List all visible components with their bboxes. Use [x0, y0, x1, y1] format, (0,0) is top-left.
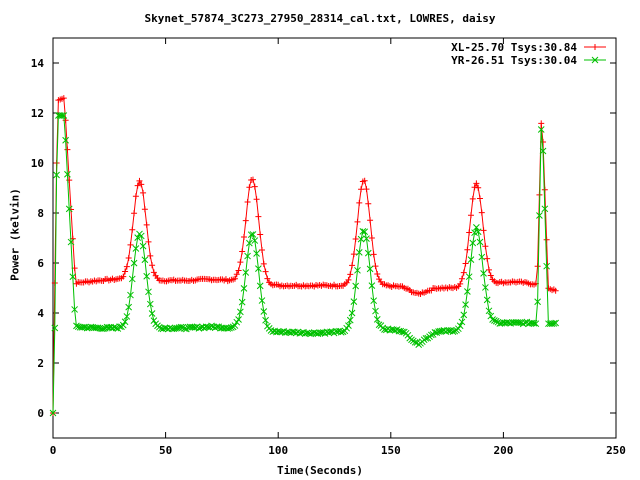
data-point	[251, 183, 258, 190]
x-tick-label: 150	[381, 444, 401, 457]
y-tick-label: 14	[31, 57, 45, 70]
data-point	[255, 213, 262, 220]
data-point	[345, 322, 352, 329]
x-tick-label: 0	[50, 444, 57, 457]
data-point	[356, 199, 363, 206]
data-point	[372, 263, 379, 270]
series-xl	[50, 95, 559, 416]
data-point	[534, 263, 541, 270]
data-point	[458, 275, 465, 282]
y-tick-label: 2	[37, 357, 44, 370]
data-point	[469, 195, 476, 202]
data-point	[150, 317, 158, 324]
data-point	[145, 238, 152, 245]
data-point	[352, 235, 359, 242]
data-point	[149, 262, 156, 269]
data-point	[239, 248, 246, 255]
x-tick-label: 100	[268, 444, 288, 457]
data-point	[484, 255, 491, 262]
x-tick-label: 250	[606, 444, 626, 457]
y-tick-label: 8	[37, 207, 44, 220]
data-point	[467, 212, 474, 219]
x-tick-label: 200	[493, 444, 513, 457]
data-point	[480, 227, 487, 234]
y-tick-label: 6	[37, 257, 44, 270]
data-point	[368, 235, 375, 242]
data-point	[141, 206, 148, 213]
data-point	[478, 209, 485, 216]
data-point	[127, 241, 134, 248]
data-point	[125, 255, 132, 262]
data-point	[464, 246, 471, 253]
x-axis-label: Time(Seconds)	[276, 464, 364, 477]
data-point	[262, 268, 269, 275]
data-point	[244, 198, 251, 205]
data-point	[237, 259, 244, 266]
data-point	[242, 217, 249, 224]
data-point	[466, 229, 473, 236]
data-point	[350, 251, 357, 258]
data-point	[258, 247, 265, 254]
y-tick-label: 4	[37, 307, 44, 320]
data-point	[485, 266, 492, 273]
data-point	[64, 146, 71, 153]
data-point	[365, 200, 372, 207]
data-point	[143, 221, 150, 228]
data-point	[253, 196, 260, 203]
data-point	[541, 186, 548, 193]
plot-area: 0 50 100 150 200 250 0 2 4 6 8 10 12 14	[31, 37, 626, 457]
data-point	[235, 316, 242, 323]
y-axis-label: Power (kelvin)	[8, 188, 22, 281]
data-point	[358, 186, 365, 193]
data-point	[462, 260, 469, 267]
series-line	[52, 115, 556, 414]
data-point	[538, 120, 545, 127]
data-point	[543, 236, 550, 243]
data-point	[240, 234, 247, 241]
series-yr	[49, 112, 559, 417]
legend-label-yr: YR-26.51 Tsys:30.04	[451, 54, 577, 67]
data-point	[476, 195, 483, 202]
data-point	[460, 269, 467, 276]
data-point	[349, 262, 356, 269]
data-point	[347, 271, 354, 278]
x-tick-label: 50	[159, 444, 172, 457]
data-point	[131, 210, 138, 217]
data-point	[257, 231, 264, 238]
data-point	[346, 316, 354, 324]
data-point	[147, 252, 154, 259]
legend-label-xl: XL-25.70 Tsys:30.84	[451, 41, 577, 54]
data-point	[140, 189, 147, 196]
data-point	[246, 184, 253, 191]
data-point	[363, 186, 370, 193]
data-point	[367, 217, 374, 224]
legend-marker	[592, 44, 598, 50]
y-tick-label: 10	[31, 157, 44, 170]
data-point	[354, 218, 361, 225]
y-tick-label: 12	[31, 107, 44, 120]
data-point	[482, 243, 489, 250]
data-point	[370, 251, 377, 258]
data-point	[132, 193, 139, 200]
y-tick-label: 0	[37, 407, 44, 420]
data-point	[129, 226, 136, 233]
